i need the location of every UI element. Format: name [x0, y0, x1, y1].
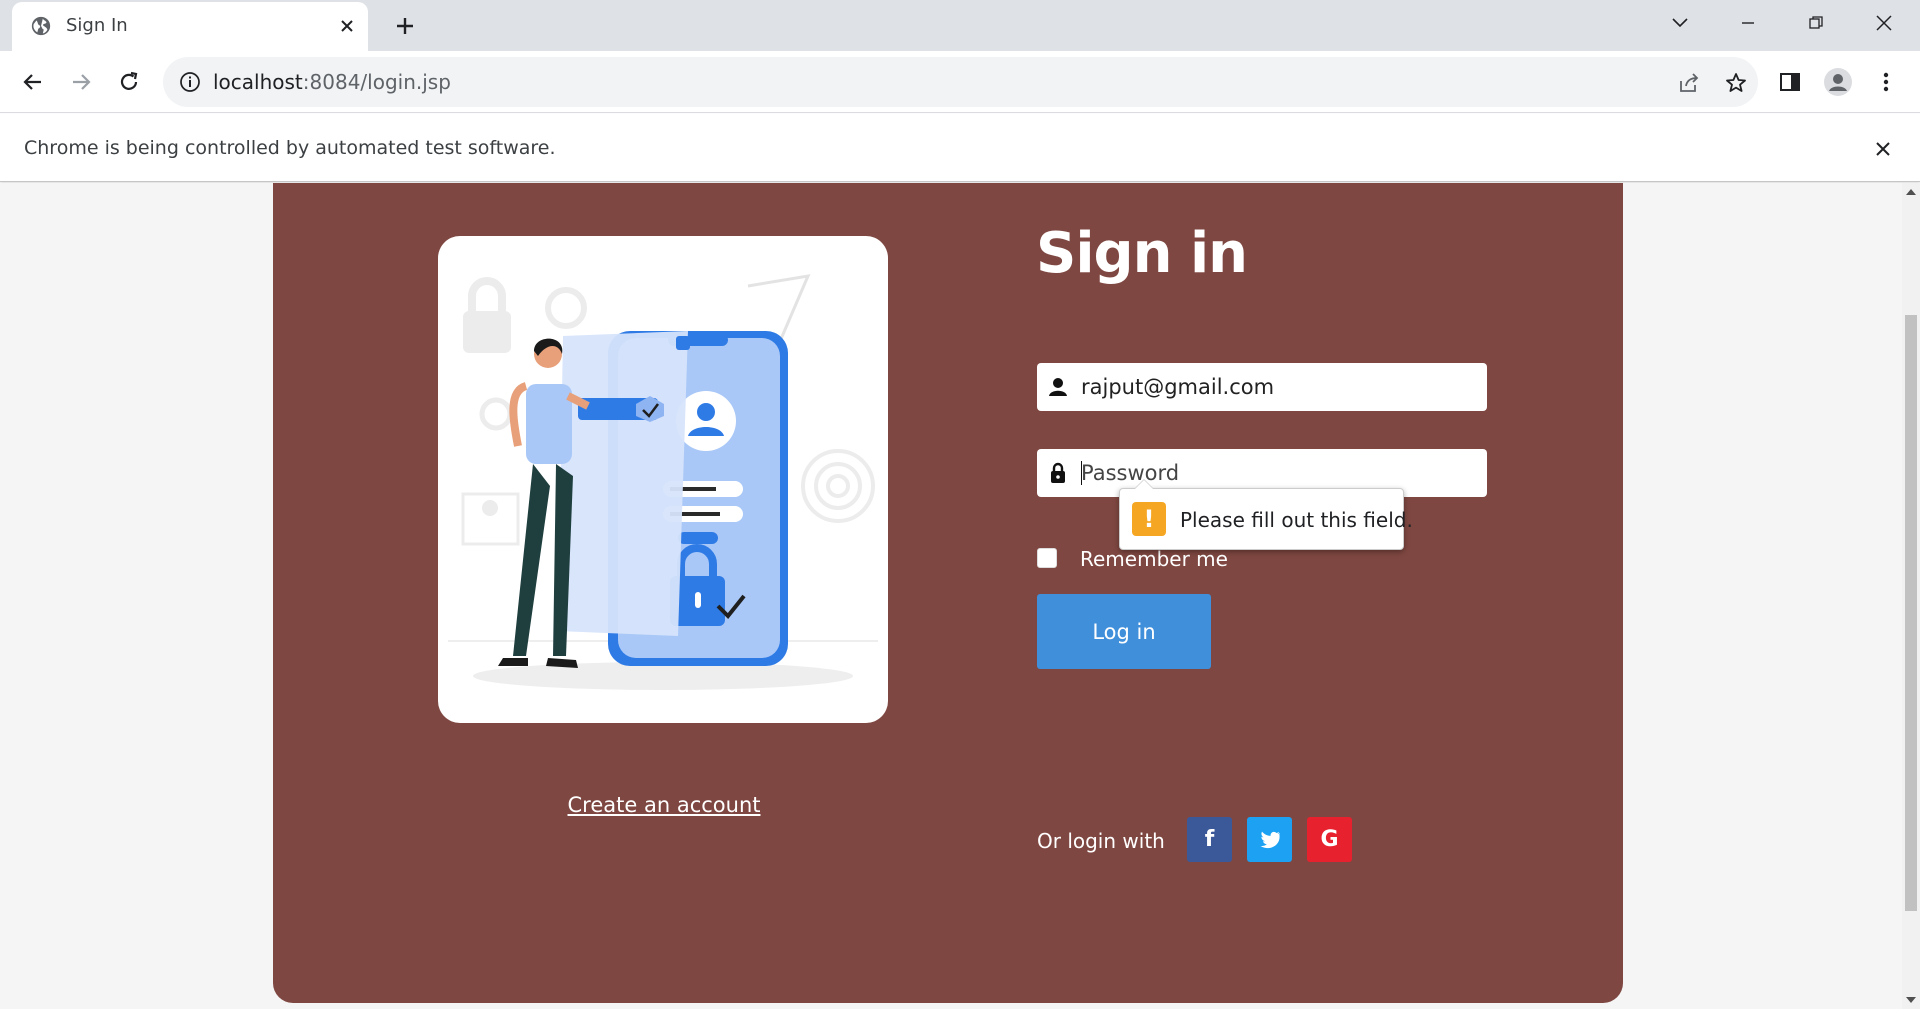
- url-text: localhost:8084/login.jsp: [213, 70, 451, 94]
- page-viewport: Sign in Remember me ! Please fill out th…: [0, 183, 1902, 1009]
- address-bar[interactable]: localhost:8084/login.jsp: [163, 57, 1758, 107]
- twitter-icon[interactable]: [1247, 817, 1292, 862]
- share-icon[interactable]: [1675, 69, 1703, 97]
- profile-avatar-icon[interactable]: [1820, 64, 1856, 100]
- reload-icon[interactable]: [111, 64, 147, 100]
- text-caret: [1081, 461, 1082, 485]
- browser-toolbar: localhost:8084/login.jsp: [0, 51, 1920, 113]
- bookmark-star-icon[interactable]: [1722, 69, 1750, 97]
- back-icon[interactable]: [15, 64, 51, 100]
- lock-icon: [1051, 462, 1065, 483]
- email-field[interactable]: [1037, 363, 1487, 411]
- globe-icon: [31, 16, 51, 36]
- close-tab-icon[interactable]: [334, 13, 360, 39]
- browser-tab[interactable]: Sign In: [12, 2, 368, 51]
- infobar-message: Chrome is being controlled by automated …: [24, 137, 556, 159]
- social-login-label: Or login with: [1037, 829, 1165, 853]
- scrollbar-thumb[interactable]: [1905, 315, 1917, 911]
- email-input[interactable]: [1081, 363, 1477, 411]
- infobar-close-icon[interactable]: [1868, 134, 1898, 164]
- tab-search-icon[interactable]: [1662, 8, 1698, 38]
- scroll-up-icon[interactable]: [1906, 189, 1916, 195]
- facebook-icon[interactable]: f: [1187, 817, 1232, 862]
- login-card: Sign in Remember me ! Please fill out th…: [273, 183, 1623, 1003]
- security-illustration-image: [448, 274, 878, 690]
- browser-titlebar: Sign In: [0, 0, 1920, 51]
- close-window-icon[interactable]: [1866, 8, 1902, 38]
- user-icon: [1049, 378, 1067, 396]
- google-icon[interactable]: G: [1307, 817, 1352, 862]
- validation-message: Please fill out this field.: [1180, 508, 1413, 532]
- page-scrollbar[interactable]: [1902, 183, 1920, 1009]
- remember-checkbox[interactable]: [1037, 548, 1057, 568]
- page-title: Sign in: [1036, 221, 1248, 286]
- warning-icon: !: [1132, 502, 1166, 536]
- scroll-down-icon[interactable]: [1906, 997, 1916, 1003]
- site-info-icon[interactable]: [179, 71, 201, 93]
- forward-icon[interactable]: [63, 64, 99, 100]
- new-tab-icon[interactable]: [390, 11, 420, 41]
- remember-label: Remember me: [1080, 547, 1228, 571]
- automation-infobar: Chrome is being controlled by automated …: [0, 114, 1920, 182]
- menu-kebab-icon[interactable]: [1868, 64, 1904, 100]
- login-illustration: [438, 236, 888, 723]
- minimize-icon[interactable]: [1730, 8, 1766, 38]
- side-panel-icon[interactable]: [1772, 64, 1808, 100]
- create-account-link[interactable]: Create an account: [564, 793, 764, 817]
- validation-tooltip: ! Please fill out this field.: [1119, 479, 1413, 550]
- restore-icon[interactable]: [1798, 8, 1834, 38]
- login-button[interactable]: Log in: [1037, 594, 1211, 669]
- tab-title: Sign In: [66, 15, 128, 36]
